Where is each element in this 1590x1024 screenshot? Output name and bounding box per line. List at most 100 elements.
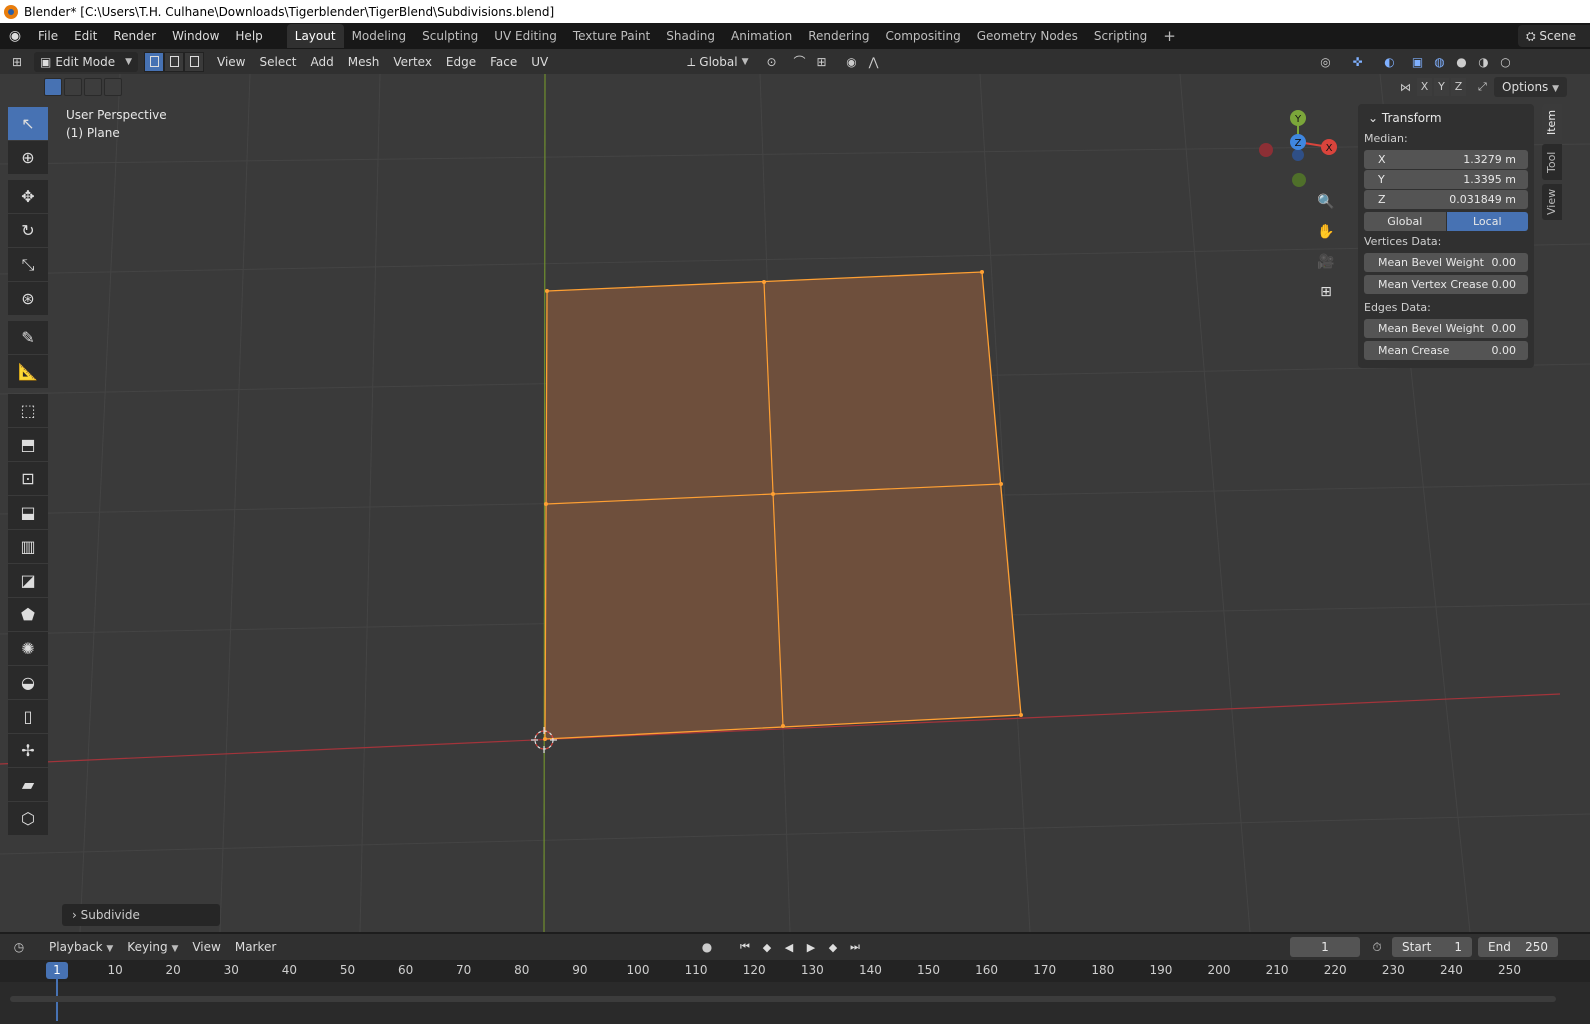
menu-add[interactable]: Add [304,52,341,72]
loop-cut-icon[interactable]: ▥ [8,530,48,563]
3d-viewport[interactable]: User Perspective (1) Plane ↖ ⊕ ✥ ↻ ⤡ ⊛ ✎… [0,74,1590,932]
prev-keyframe-icon[interactable]: ◆ [758,937,776,957]
tab-sculpting[interactable]: Sculpting [414,24,486,48]
camera-icon[interactable]: 🎥 [1313,250,1339,274]
preview-range-icon[interactable]: ⏱ [1366,937,1388,957]
tab-modeling[interactable]: Modeling [344,24,415,48]
global-toggle[interactable]: Global [1364,212,1446,231]
timeline-editor-icon[interactable]: ◷ [8,937,30,957]
menu-select[interactable]: Select [252,52,303,72]
select-box-icon[interactable]: ↖ [8,107,48,140]
select-intersect-button[interactable] [104,78,122,96]
perspective-grid-icon[interactable]: ⊞ [1313,280,1339,304]
mean-bevel-weight-edge-field[interactable]: Mean Bevel Weight 0.00 [1364,319,1528,338]
menu-timeline-view[interactable]: View [185,937,227,957]
next-keyframe-icon[interactable]: ◆ [824,937,842,957]
menu-help[interactable]: Help [227,25,270,47]
scene-selector[interactable]: ⛭ Scene [1518,25,1590,47]
zoom-icon[interactable]: 🔍 [1313,190,1339,214]
select-new-button[interactable] [44,78,62,96]
mean-vertex-crease-field[interactable]: Mean Vertex Crease 0.00 [1364,275,1528,294]
edge-slide-icon[interactable]: ▯ [8,700,48,733]
jump-start-icon[interactable]: ⏮ [736,937,754,957]
add-cube-icon[interactable]: ⬚ [8,394,48,427]
last-operator-panel[interactable]: › Subdivide [62,904,220,926]
mirror-z-toggle[interactable]: Z [1451,78,1466,96]
knife-icon[interactable]: ◪ [8,564,48,597]
tab-uv-editing[interactable]: UV Editing [486,24,565,48]
options-dropdown[interactable]: Options ▼ [1494,77,1568,97]
pivot-icon[interactable]: ⊙ [760,52,782,72]
wireframe-shading-icon[interactable]: ◍ [1428,52,1450,72]
vertex-select-button[interactable] [144,51,164,72]
tab-rendering[interactable]: Rendering [800,24,877,48]
annotate-icon[interactable]: ✎ [8,321,48,354]
mirror-x-toggle[interactable]: X [1417,78,1432,96]
mean-bevel-weight-vertex-field[interactable]: Mean Bevel Weight 0.00 [1364,253,1528,272]
local-toggle[interactable]: Local [1446,212,1528,231]
face-select-button[interactable] [184,51,204,72]
gizmo-toggle-icon[interactable]: ✜ [1346,52,1368,72]
add-workspace-icon[interactable]: + [1155,27,1184,45]
poly-build-icon[interactable]: ⬟ [8,598,48,631]
topology-mirror-icon[interactable]: ⤢ [1478,80,1487,94]
solid-shading-icon[interactable]: ● [1450,52,1472,72]
menu-vertex[interactable]: Vertex [386,52,439,72]
rotate-icon[interactable]: ↻ [8,214,48,247]
cursor-icon[interactable]: ⊕ [8,141,48,174]
menu-edge[interactable]: Edge [439,52,483,72]
menu-marker[interactable]: Marker [228,937,283,957]
menu-mesh[interactable]: Mesh [341,52,387,72]
spin-icon[interactable]: ✺ [8,632,48,665]
mean-crease-field[interactable]: Mean Crease 0.00 [1364,341,1528,360]
tab-layout[interactable]: Layout [286,24,344,48]
snap-target-icon[interactable]: ⊞ [810,52,832,72]
frame-ruler[interactable]: 10 20 30 40 50 60 70 80 90 100 110 120 130 140 150 160 1… [0,960,1590,982]
select-extend-button[interactable] [64,78,82,96]
tab-tool[interactable]: Tool [1542,144,1562,180]
inset-icon[interactable]: ⊡ [8,462,48,495]
measure-icon[interactable]: 📐 [8,355,48,388]
record-icon[interactable]: ● [696,937,718,957]
end-frame-field[interactable]: End 250 [1478,937,1558,957]
overlay-toggle-icon[interactable]: ◐ [1378,52,1400,72]
mirror-icon[interactable]: ⋈ [1400,81,1411,94]
visibility-icon[interactable]: ◎ [1314,52,1336,72]
proportional-edit-icon[interactable]: ◉ [840,52,862,72]
menu-render[interactable]: Render [105,25,164,47]
menu-view[interactable]: View [210,52,252,72]
tab-animation[interactable]: Animation [723,24,800,48]
menu-uv[interactable]: UV [524,52,555,72]
median-x-field[interactable]: X 1.3279 m [1364,150,1528,169]
bevel-icon[interactable]: ⬓ [8,496,48,529]
tab-item[interactable]: Item [1542,104,1562,140]
menu-window[interactable]: Window [164,25,227,47]
timeline-scrollbar[interactable] [10,996,1556,1002]
xray-icon[interactable]: ▣ [1406,52,1428,72]
snap-icon[interactable]: ⌒ [788,52,810,72]
mode-dropdown[interactable]: ▣ Edit Mode ▼ [34,51,138,72]
rendered-shading-icon[interactable]: ○ [1494,52,1516,72]
playhead[interactable]: 1 [46,962,68,979]
tab-shading[interactable]: Shading [658,24,723,48]
scale-icon[interactable]: ⤡ [8,248,48,281]
menu-face[interactable]: Face [483,52,524,72]
blender-menu-icon[interactable]: ◉ [0,28,30,44]
extrude-icon[interactable]: ⬒ [8,428,48,461]
shear-icon[interactable]: ▰ [8,768,48,801]
current-frame-field[interactable]: 1 [1290,937,1360,957]
pan-hand-icon[interactable]: ✋ [1313,220,1339,244]
timeline-area[interactable]: 10 20 30 40 50 60 70 80 90 100 110 120 130 140 150 160 1… [0,960,1590,1024]
tab-texture-paint[interactable]: Texture Paint [565,24,658,48]
menu-edit[interactable]: Edit [66,25,105,47]
rip-icon[interactable]: ⬡ [8,802,48,835]
transform-icon[interactable]: ⊛ [8,282,48,315]
start-frame-field[interactable]: Start 1 [1392,937,1472,957]
material-shading-icon[interactable]: ◑ [1472,52,1494,72]
falloff-icon[interactable]: ⋀ [862,52,884,72]
shrink-fatten-icon[interactable]: ✢ [8,734,48,767]
median-z-field[interactable]: Z 0.031849 m [1364,190,1528,209]
menu-keying[interactable]: Keying ▼ [120,937,185,957]
menu-file[interactable]: File [30,25,66,47]
tab-compositing[interactable]: Compositing [877,24,968,48]
